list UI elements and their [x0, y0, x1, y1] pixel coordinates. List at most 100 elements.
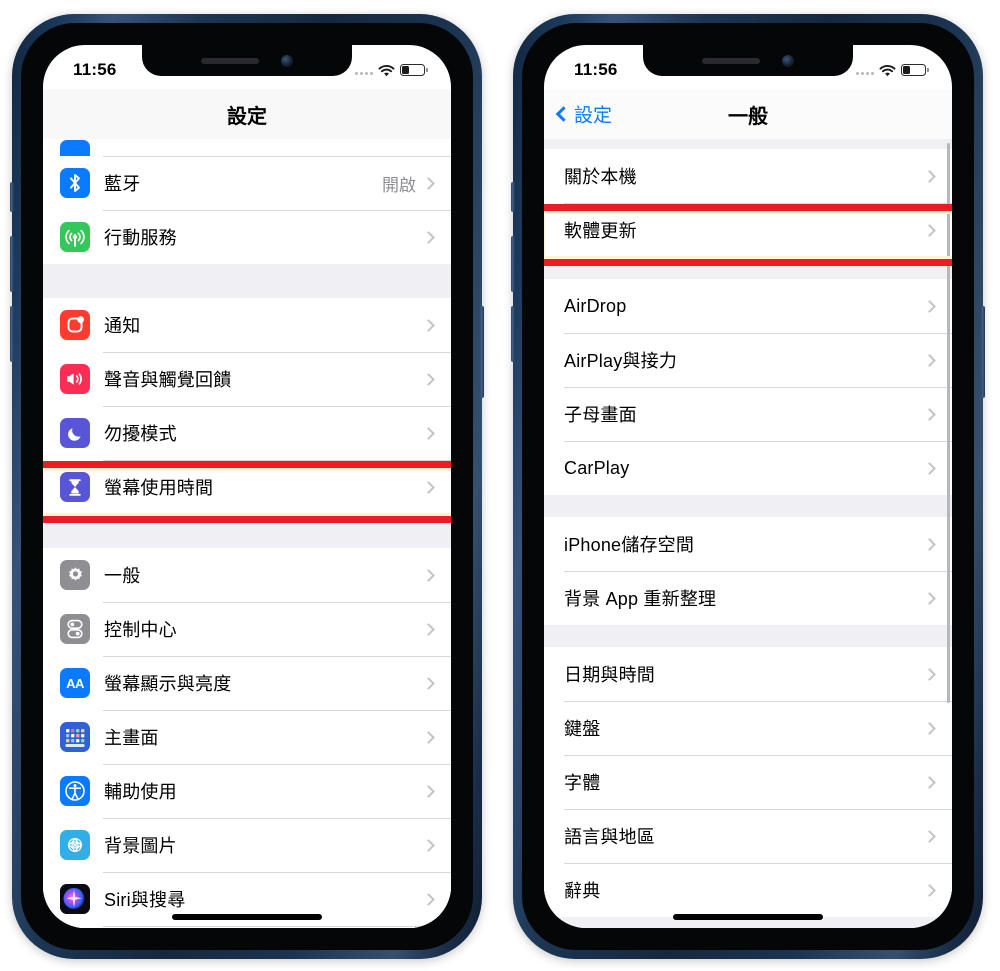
signal-dots-icon [856, 66, 874, 75]
chevron-left-icon [555, 106, 572, 122]
home-indicator [673, 914, 823, 920]
volume-down-button[interactable] [10, 306, 14, 362]
list-item-fonts[interactable]: 字體 [544, 755, 952, 809]
list-item-label: iPhone儲存空間 [564, 535, 695, 555]
screen-time-icon [60, 472, 90, 502]
chevron-right-icon [923, 353, 936, 367]
settings-list[interactable]: 藍牙 開啟 行動服務 通知 聲音與觸覺回饋 勿擾模式 螢幕使用時間 一般 控制中… [43, 139, 451, 928]
chevron-right-icon [923, 667, 936, 681]
volume-down-button[interactable] [511, 306, 515, 362]
list-item-label: 螢幕顯示與亮度 [104, 674, 232, 694]
list-item-keyboard[interactable]: 鍵盤 [544, 701, 952, 755]
mute-switch[interactable] [10, 182, 14, 212]
list-item-home-screen[interactable]: 主畫面 [43, 710, 451, 764]
list-item-software-update[interactable]: 軟體更新 [544, 203, 952, 257]
list-item-display-brightness[interactable]: AA 螢幕顯示與亮度 [43, 656, 451, 710]
list-item-cellular[interactable]: 行動服務 [43, 210, 451, 264]
list-item-picture-in-picture[interactable]: 子母畫面 [544, 387, 952, 441]
sounds-haptics-icon [60, 364, 90, 394]
cellular-icon [60, 222, 90, 252]
general-settings-list[interactable]: 關於本機 軟體更新 AirDrop AirPlay與接力 子母畫面 CarPla… [544, 139, 952, 928]
chevron-right-icon [923, 721, 936, 735]
list-item-language-region[interactable]: 語言與地區 [544, 809, 952, 863]
list-item-background-app-refresh[interactable]: 背景 App 重新整理 [544, 571, 952, 625]
list-item-notifications[interactable]: 通知 [43, 298, 451, 352]
list-item-do-not-disturb[interactable]: 勿擾模式 [43, 406, 451, 460]
chevron-right-icon [923, 169, 936, 183]
right-nav-bar: 設定 一般 [544, 89, 952, 139]
screenshot-canvas: 11:56 設定 藍牙 開啟 行動服務 通知 聲音與觸覺回饋 勿擾模式 螢幕使用… [0, 0, 1000, 971]
chevron-right-icon [923, 461, 936, 475]
group-separator [544, 139, 952, 149]
home-indicator [172, 914, 322, 920]
page-title: 一般 [728, 105, 768, 128]
list-item-general[interactable]: 一般 [43, 548, 451, 602]
siri-icon [60, 884, 90, 914]
chevron-right-icon [422, 426, 435, 440]
list-item-label: 關於本機 [564, 167, 637, 187]
settings-group-sharing: AirDrop AirPlay與接力 子母畫面 CarPlay [544, 279, 952, 495]
list-item-carplay[interactable]: CarPlay [544, 441, 952, 495]
list-item-accessibility[interactable]: 輔助使用 [43, 764, 451, 818]
list-item-dictionary[interactable]: 辭典 [544, 863, 952, 917]
list-item-label: 主畫面 [104, 728, 159, 748]
control-center-icon [60, 614, 90, 644]
front-camera-icon [782, 54, 794, 67]
list-item-wifi-partial[interactable] [43, 139, 451, 156]
list-item-label: AirDrop [564, 295, 627, 316]
list-item-face-id-passcode[interactable]: Face ID與密碼 [43, 926, 451, 928]
chevron-right-icon [923, 299, 936, 313]
group-separator [544, 495, 952, 517]
settings-group-localization: 日期與時間 鍵盤 字體 語言與地區 辭典 [544, 647, 952, 917]
back-button[interactable]: 設定 [555, 101, 612, 128]
list-item-control-center[interactable]: 控制中心 [43, 602, 451, 656]
earpiece-speaker-icon [201, 57, 259, 64]
group-separator [544, 257, 952, 279]
list-item-wallpaper[interactable]: 背景圖片 [43, 818, 451, 872]
notch [643, 45, 853, 76]
left-phone-bezel: 11:56 設定 藍牙 開啟 行動服務 通知 聲音與觸覺回饋 勿擾模式 螢幕使用… [21, 23, 473, 950]
chevron-right-icon [422, 230, 435, 244]
list-item-sounds-haptics[interactable]: 聲音與觸覺回饋 [43, 352, 451, 406]
status-indicators [856, 64, 929, 77]
front-camera-icon [281, 54, 293, 67]
home-screen-icon [60, 722, 90, 752]
list-item-label: 背景 App 重新整理 [564, 589, 717, 609]
list-item-label: 鍵盤 [564, 719, 601, 739]
chevron-right-icon [923, 537, 936, 551]
list-item-airdrop[interactable]: AirDrop [544, 279, 952, 333]
list-item-label: 通知 [104, 316, 141, 336]
display-brightness-icon: AA [60, 668, 90, 698]
list-item-screen-time[interactable]: 螢幕使用時間 [43, 460, 451, 514]
volume-up-button[interactable] [10, 236, 14, 292]
list-item-date-time[interactable]: 日期與時間 [544, 647, 952, 701]
settings-group-system: 一般 控制中心 AA 螢幕顯示與亮度 主畫面 輔助使用 背景圖片 Siri與搜尋 [43, 548, 451, 928]
list-item-bluetooth[interactable]: 藍牙 開啟 [43, 156, 451, 210]
settings-group-about-update: 關於本機 軟體更新 [544, 149, 952, 257]
volume-up-button[interactable] [511, 236, 515, 292]
settings-group-alerts: 通知 聲音與觸覺回饋 勿擾模式 螢幕使用時間 [43, 298, 451, 514]
chevron-right-icon [422, 568, 435, 582]
battery-icon [901, 64, 929, 76]
bluetooth-icon [60, 168, 90, 198]
power-button[interactable] [981, 306, 985, 398]
group-separator [43, 264, 451, 298]
power-button[interactable] [480, 306, 484, 398]
list-item-label: 日期與時間 [564, 665, 655, 685]
settings-group-storage: iPhone儲存空間 背景 App 重新整理 [544, 517, 952, 625]
do-not-disturb-icon [60, 418, 90, 448]
list-item-label: CarPlay [564, 457, 630, 478]
mute-switch[interactable] [511, 182, 515, 212]
list-item-iphone-storage[interactable]: iPhone儲存空間 [544, 517, 952, 571]
list-item-about[interactable]: 關於本機 [544, 149, 952, 203]
right-phone-device: 11:56 設定 一般 關於本機 軟體更新 AirDrop AirPlay與接力… [511, 14, 985, 959]
chevron-right-icon [422, 176, 435, 190]
wallpaper-icon [60, 830, 90, 860]
list-item-airplay-handoff[interactable]: AirPlay與接力 [544, 333, 952, 387]
scroll-indicator[interactable] [947, 143, 950, 703]
chevron-right-icon [422, 784, 435, 798]
group-separator [544, 625, 952, 647]
page-title: 設定 [227, 105, 267, 128]
list-item-label: 藍牙 [104, 174, 141, 194]
wifi-icon [378, 64, 395, 77]
